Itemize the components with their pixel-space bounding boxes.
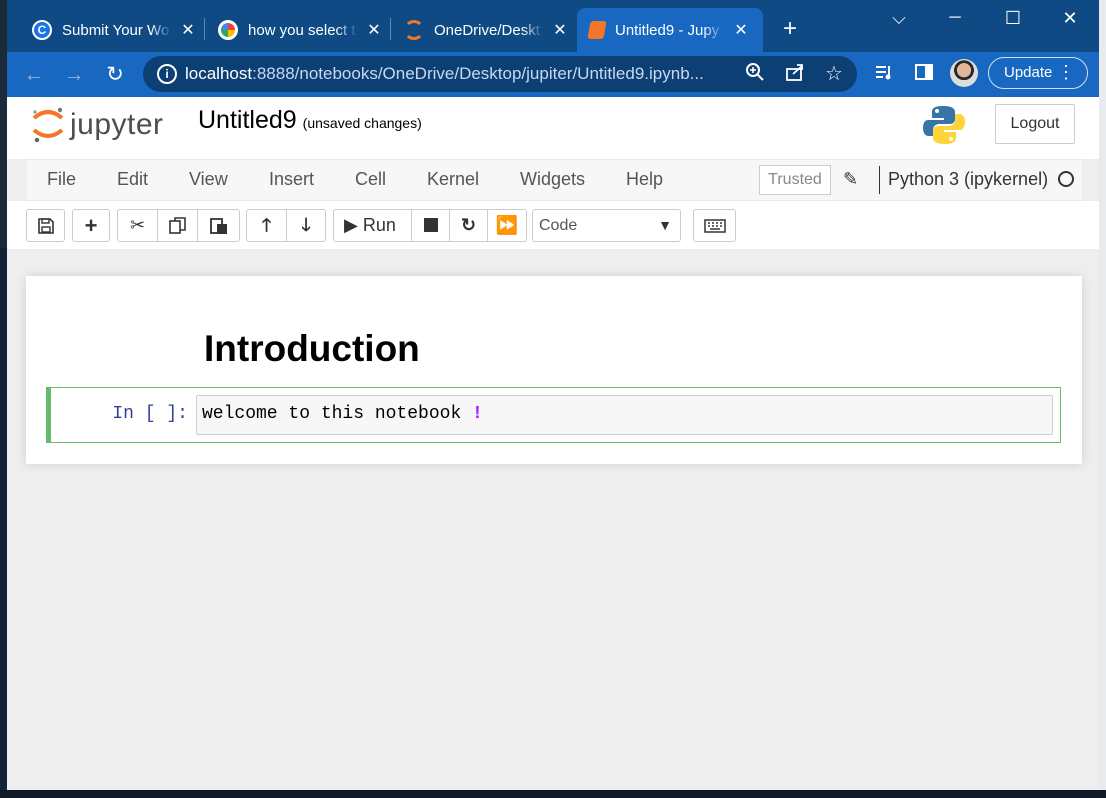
notebook-title[interactable]: Untitled9 (unsaved changes): [198, 106, 422, 135]
more-menu-icon[interactable]: ⋮: [1057, 58, 1075, 87]
google-icon: [218, 20, 238, 40]
run-label: Run: [362, 215, 396, 235]
insert-cell-button[interactable]: +: [72, 209, 110, 242]
tab-label: Submit Your Wo: [62, 21, 170, 39]
run-button[interactable]: ▶ Run: [333, 209, 412, 242]
url-text[interactable]: localhost:8888/notebooks/OneDrive/Deskto…: [185, 62, 740, 86]
tab-label: how you select t: [248, 21, 356, 39]
forward-button[interactable]: →: [60, 61, 88, 89]
update-button[interactable]: Update ⋮: [988, 57, 1088, 89]
interrupt-kernel-button[interactable]: [411, 209, 450, 242]
save-button[interactable]: [26, 209, 65, 242]
fast-forward-icon: ⏩: [495, 215, 519, 235]
close-window-button[interactable]: ✕: [1050, 4, 1090, 32]
menu-help[interactable]: Help: [626, 169, 663, 190]
markdown-heading[interactable]: Introduction: [204, 328, 420, 370]
save-icon: [37, 218, 54, 234]
share-icon[interactable]: [783, 62, 807, 86]
jupyter-logo-icon: [32, 107, 64, 143]
update-label: Update: [1004, 64, 1053, 81]
jupyter-logo[interactable]: jupyter: [30, 104, 180, 144]
c-logo-icon: C: [32, 20, 52, 40]
reload-button[interactable]: ↻: [101, 61, 129, 89]
keyboard-icon: [703, 219, 726, 233]
python-logo-icon: [922, 104, 966, 146]
paste-icon: [209, 218, 227, 234]
kernel-idle-indicator-icon: [1058, 171, 1074, 187]
back-button[interactable]: ←: [20, 61, 48, 89]
profile-avatar[interactable]: [950, 59, 978, 87]
notebook-name[interactable]: Untitled9: [198, 106, 297, 134]
move-up-button[interactable]: 🡑: [246, 209, 287, 242]
reading-list-icon[interactable]: [872, 62, 896, 86]
bookmark-star-icon[interactable]: ☆: [822, 62, 846, 86]
arrow-down-icon: 🡓: [301, 215, 311, 235]
menu-edit[interactable]: Edit: [117, 169, 148, 190]
tab-submit-your-work[interactable]: C Submit Your Wo ✕: [20, 8, 200, 52]
code-body: welcome to this notebook: [202, 404, 473, 424]
paste-button[interactable]: [197, 209, 240, 242]
plus-icon: +: [84, 213, 98, 238]
close-tab-icon[interactable]: ✕: [552, 20, 568, 40]
desktop-background-edge: [0, 248, 7, 793]
kernel-name[interactable]: Python 3 (ipykernel): [888, 169, 1048, 190]
menu-insert[interactable]: Insert: [269, 169, 314, 190]
tab-label: OneDrive/Deskt: [434, 21, 540, 39]
menu-file[interactable]: File: [47, 169, 76, 190]
site-info-icon[interactable]: i: [157, 64, 177, 84]
tab-label: Untitled9 - Jupy: [615, 21, 720, 39]
code-operator: !: [472, 404, 483, 424]
tab-onedrive-desktop[interactable]: OneDrive/Deskt ✕: [392, 8, 572, 52]
kernel-divider: [879, 166, 880, 194]
side-panel-icon[interactable]: [912, 62, 936, 86]
copy-icon: [168, 217, 186, 234]
restart-kernel-button[interactable]: ↻: [449, 209, 488, 242]
desktop-background-strip: [1099, 0, 1106, 798]
url-path: :8888/notebooks/OneDrive/Desktop/jupiter…: [252, 64, 704, 83]
minimize-button[interactable]: ─: [935, 4, 975, 32]
code-text[interactable]: welcome to this notebook !: [202, 404, 483, 424]
input-prompt: In [ ]:: [112, 404, 188, 424]
close-tab-icon[interactable]: ✕: [366, 20, 382, 40]
jupyter-wordmark: jupyter: [70, 108, 164, 141]
tab-separator: [390, 18, 391, 40]
copy-button[interactable]: [157, 209, 198, 242]
cell-type-value: Code: [539, 217, 578, 234]
new-tab-button[interactable]: +: [775, 14, 805, 44]
menu-view[interactable]: View: [189, 169, 228, 190]
move-down-button[interactable]: 🡓: [286, 209, 326, 242]
tab-search-chevron-icon[interactable]: ⌵: [879, 4, 919, 32]
scissors-icon: ✂: [129, 215, 146, 235]
tab-google-search[interactable]: how you select t ✕: [206, 8, 386, 52]
cut-button[interactable]: ✂: [117, 209, 158, 242]
menu-cell[interactable]: Cell: [355, 169, 386, 190]
chevron-down-icon: ▼: [658, 217, 672, 233]
restart-icon: ↻: [460, 215, 477, 235]
stop-icon: [423, 218, 438, 232]
zoom-icon[interactable]: [743, 62, 767, 86]
menu-widgets[interactable]: Widgets: [520, 169, 585, 190]
play-icon: ▶: [344, 215, 358, 235]
maximize-button[interactable]: ☐: [993, 4, 1033, 32]
close-tab-icon[interactable]: ✕: [733, 20, 749, 40]
notebook-icon: [587, 21, 607, 39]
trusted-indicator[interactable]: Trusted: [759, 165, 831, 195]
menu-kernel[interactable]: Kernel: [427, 169, 479, 190]
cell-type-select[interactable]: Code ▼: [532, 209, 681, 242]
taskbar-edge: [0, 790, 1106, 798]
autosave-status: (unsaved changes): [302, 115, 422, 131]
edit-mode-pencil-icon: ✎: [843, 169, 859, 189]
arrow-up-icon: 🡑: [261, 215, 272, 235]
url-host: localhost: [185, 64, 253, 83]
logout-button[interactable]: Logout: [995, 104, 1075, 144]
close-tab-icon[interactable]: ✕: [180, 20, 196, 40]
tab-separator: [204, 18, 205, 40]
tab-untitled9-active[interactable]: Untitled9 - Jupy ✕: [577, 8, 763, 52]
jupyter-icon: [404, 20, 424, 40]
command-palette-button[interactable]: [693, 209, 736, 242]
restart-run-all-button[interactable]: ⏩: [487, 209, 527, 242]
